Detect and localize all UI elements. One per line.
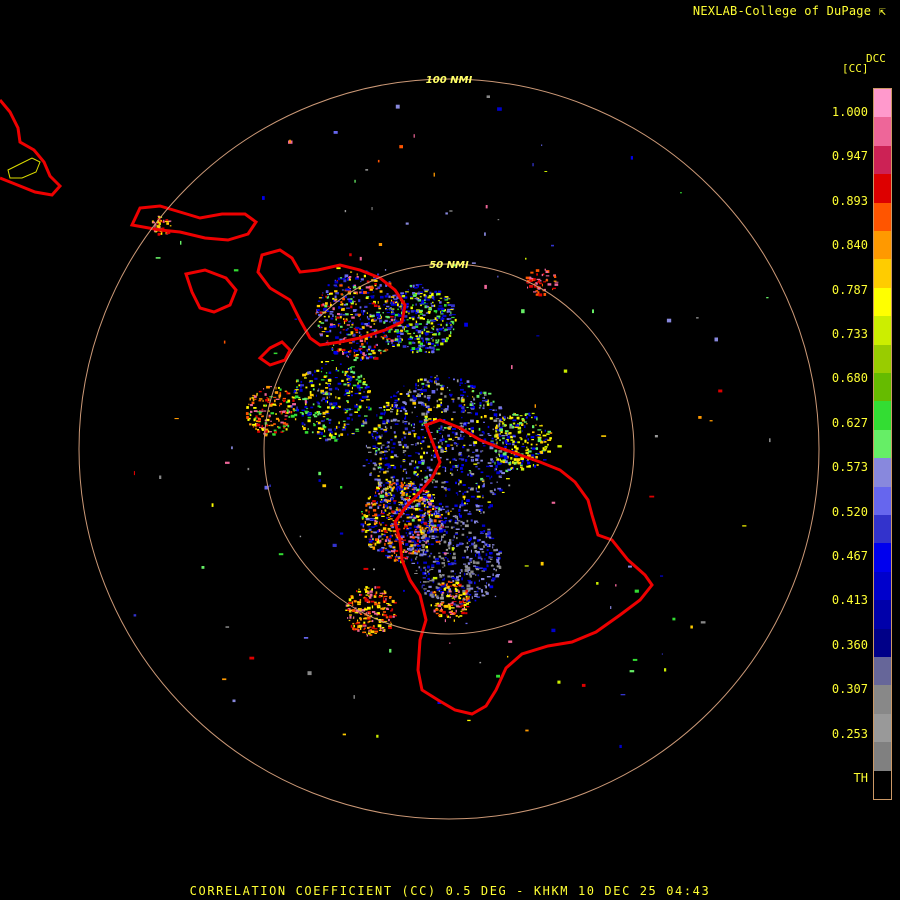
coastline-oahu <box>0 99 63 197</box>
color-scale-tick-label: 0.893 <box>831 193 868 208</box>
color-scale-swatch <box>874 657 891 686</box>
color-scale-swatch <box>874 202 891 232</box>
coastline-oahu-inner <box>7 157 41 179</box>
color-scale-tick-label: 0.307 <box>831 682 868 697</box>
color-scale-swatch <box>874 373 891 402</box>
color-scale-swatch <box>874 515 891 544</box>
color-scale-swatch <box>874 600 891 630</box>
color-scale-tick-label: 0.733 <box>831 327 868 341</box>
color-scale-swatch <box>874 742 891 772</box>
color-scale-swatch <box>874 259 891 289</box>
color-scale-swatch <box>874 344 891 374</box>
color-scale-swatch <box>874 628 891 658</box>
radar-echoes <box>133 95 771 748</box>
color-scale-tick-label: 0.413 <box>831 593 868 608</box>
color-scale-tick-label: 0.947 <box>831 149 868 164</box>
product-code: DCC <box>866 52 886 65</box>
product-unit: [CC] <box>842 62 869 75</box>
color-scale-tick-label: 0.253 <box>831 726 868 741</box>
coastline-molokai <box>129 204 259 242</box>
color-scale-tick-label: 0.680 <box>831 371 868 386</box>
color-scale-tick-label: TH <box>853 771 868 785</box>
color-scale-swatch <box>874 571 891 601</box>
color-scale-swatch <box>874 231 891 260</box>
color-scale-swatch <box>874 486 891 516</box>
radar-map: 100 NMI 50 NMI <box>0 75 820 820</box>
external-link-icon: ⇱ <box>878 4 886 18</box>
color-scale-swatch <box>874 685 891 715</box>
product-caption: CORRELATION COEFFICIENT (CC) 0.5 DEG - K… <box>189 884 711 898</box>
radar-display: 100 NMI 50 NMI NEXLAB-College of DuPage ⇱… <box>0 0 900 900</box>
color-scale-swatch <box>874 145 891 175</box>
color-scale-tick-label: 0.520 <box>831 504 868 519</box>
color-scale-swatch <box>874 89 891 118</box>
color-scale-swatch <box>874 543 891 573</box>
coastlines <box>0 99 654 716</box>
color-scale-tick-label: 0.360 <box>831 637 868 652</box>
credit-label[interactable]: NEXLAB-College of DuPage ⇱ <box>693 4 886 18</box>
color-scale-swatch <box>874 429 891 459</box>
color-scale-tick-label: 0.467 <box>831 549 868 563</box>
credit-text: NEXLAB-College of DuPage <box>692 4 872 18</box>
color-scale-swatch <box>874 713 891 743</box>
color-scale-swatch <box>874 316 891 346</box>
color-scale-tick-label: 0.573 <box>831 460 868 475</box>
range-ring-label: 50 NMI <box>429 260 469 271</box>
color-scale-swatch <box>874 174 891 204</box>
color-scale-tick-label: 0.840 <box>831 238 868 253</box>
color-scale-swatch <box>874 117 891 147</box>
color-scale-bar <box>873 88 892 800</box>
color-scale-swatch <box>874 287 891 317</box>
color-scale-swatch <box>874 458 891 488</box>
coastline-lanai <box>184 268 238 314</box>
range-ring-label: 100 NMI <box>426 75 473 86</box>
color-scale-swatch <box>874 401 891 431</box>
color-scale-tick-label: 1.000 <box>831 105 868 119</box>
color-scale-tick-label: 0.627 <box>831 415 868 430</box>
color-scale-swatch <box>874 770 891 800</box>
color-scale-tick-label: 0.787 <box>831 282 868 297</box>
